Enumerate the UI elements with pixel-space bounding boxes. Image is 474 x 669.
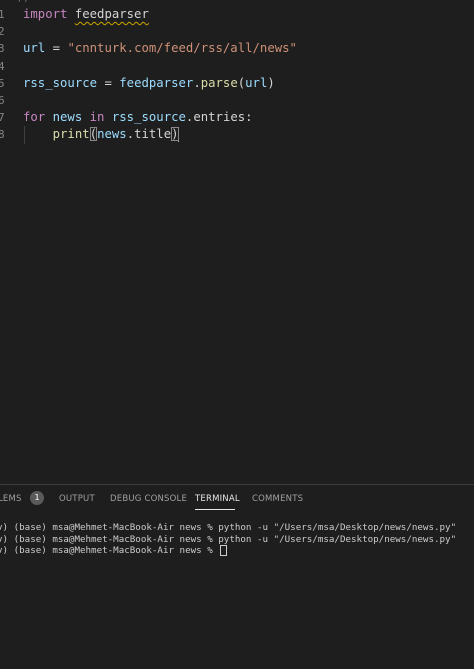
code-token: url (23, 41, 46, 56)
partial-top-text: /) (18, 0, 32, 4)
line-number: 7 (0, 111, 5, 125)
code-token: "cnnturk.com/feed/rss/all/news" (67, 41, 297, 56)
code-token: = (97, 75, 120, 90)
line-number: 1 (0, 8, 5, 21)
code-token: ( (89, 127, 98, 142)
code-token: .title (126, 127, 172, 142)
terminal-line: v) (base) msa@Mehmet-MacBook-Air news % … (0, 522, 457, 533)
code-line: print(news.title) (23, 126, 179, 143)
bottom-panel: LEMS 1 OUTPUT DEBUG CONSOLE TERMINAL COM… (0, 484, 474, 669)
active-tab-indicator (195, 509, 235, 510)
tab-debug-console[interactable]: DEBUG CONSOLE (110, 494, 187, 504)
code-line: import feedparser (23, 6, 149, 23)
code-token: .entries: (185, 110, 253, 125)
line-number: 4 (0, 59, 5, 73)
line-number: 6 (0, 94, 5, 107)
code-token: rss_source (23, 75, 98, 90)
code-token: ) (267, 75, 275, 90)
code-token: = (45, 41, 68, 56)
terminal-prompt-line: v) (base) msa@Mehmet-MacBook-Air news % (0, 545, 228, 556)
text-cursor (177, 127, 179, 143)
code-token: . (193, 75, 201, 90)
code-token: print (52, 127, 90, 142)
indent-guide (24, 126, 25, 144)
code-token: url (245, 75, 268, 90)
code-token: parse (200, 75, 238, 90)
tab-output[interactable]: OUTPUT (59, 494, 95, 504)
code-editor[interactable]: /) 1 import feedparser 2 3 url = "cnnturk.co… (0, 0, 474, 484)
code-token: import (23, 7, 68, 21)
tab-comments[interactable]: COMMENTS (252, 494, 303, 504)
problems-count-badge: 1 (30, 491, 44, 505)
code-line: rss_source = feedparser.parse(url) (23, 75, 275, 92)
panel-tabs: LEMS 1 OUTPUT DEBUG CONSOLE TERMINAL COM… (0, 485, 474, 511)
code-line: url = "cnnturk.com/feed/rss/all/news" (23, 40, 297, 57)
code-token: feedparser (119, 75, 194, 90)
code-token: in (89, 110, 105, 125)
code-line: for news in rss_source.entries: (23, 109, 253, 126)
line-number: 3 (0, 42, 5, 56)
line-number: 8 (0, 128, 5, 142)
tab-terminal[interactable]: TERMINAL (195, 494, 240, 504)
code-token: rss_source (111, 110, 186, 125)
code-token: news (52, 110, 83, 125)
line-number: 5 (0, 76, 5, 90)
tab-problems[interactable]: LEMS (0, 494, 22, 504)
terminal-line: v) (base) msa@Mehmet-MacBook-Air news % … (0, 534, 457, 545)
terminal-cursor (220, 545, 228, 556)
line-number: 2 (0, 25, 5, 39)
terminal-line: v) (base) msa@Mehmet-MacBook-Air news % (0, 545, 219, 556)
warning-token: feedparser (74, 7, 149, 21)
code-token: news (97, 127, 127, 142)
code-token: for (23, 110, 46, 125)
